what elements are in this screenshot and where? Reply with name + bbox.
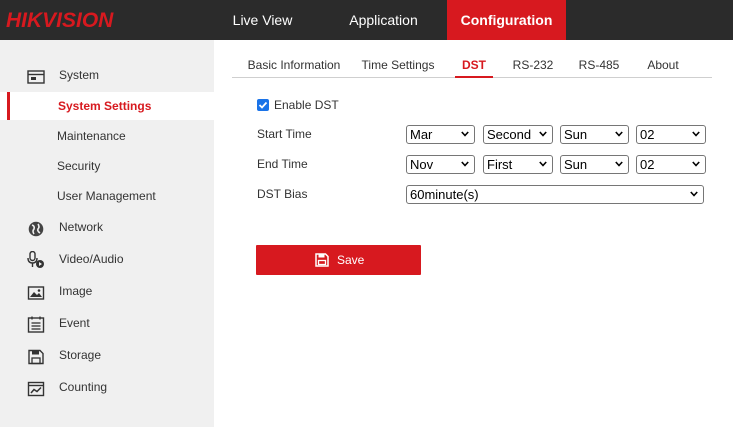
sidebar-item-maintenance[interactable]: Maintenance xyxy=(0,122,214,150)
sidebar: System System Settings Maintenance Secur… xyxy=(0,40,214,427)
sidebar-item-video-audio[interactable]: Video/Audio xyxy=(0,245,214,273)
sidebar-item-label: Storage xyxy=(59,348,102,362)
select-value: 02 xyxy=(640,127,655,142)
end-day-select[interactable]: Sun xyxy=(560,155,629,174)
sidebar-item-label: User Management xyxy=(57,189,156,203)
globe-icon xyxy=(27,219,45,237)
settings-tabs: Basic Information Time Settings DST RS-2… xyxy=(232,53,712,78)
sidebar-item-label: Network xyxy=(59,220,104,234)
sidebar-item-security[interactable]: Security xyxy=(0,152,214,180)
end-month-select[interactable]: Nov xyxy=(406,155,475,174)
sidebar-item-system[interactable]: System xyxy=(0,61,214,89)
event-list-icon xyxy=(27,315,45,333)
counting-chart-icon xyxy=(27,379,45,397)
nav-application[interactable]: Application xyxy=(320,0,447,40)
sidebar-item-label: Counting xyxy=(59,380,108,394)
chevron-down-icon xyxy=(461,161,469,167)
chevron-down-icon xyxy=(539,131,547,137)
tab-dst[interactable]: DST xyxy=(455,53,493,78)
sidebar-item-image[interactable]: Image xyxy=(0,277,214,305)
sidebar-item-system-settings[interactable]: System Settings xyxy=(0,92,214,120)
sidebar-item-label: System Settings xyxy=(58,99,152,113)
chevron-down-icon xyxy=(539,161,547,167)
end-time-label: End Time xyxy=(257,157,308,171)
sidebar-item-label: Event xyxy=(59,316,90,330)
storage-icon xyxy=(27,347,45,365)
sidebar-item-label: System xyxy=(59,68,100,82)
start-time-label: Start Time xyxy=(257,127,312,141)
start-day-select[interactable]: Sun xyxy=(560,125,629,144)
sidebar-item-storage[interactable]: Storage xyxy=(0,341,214,369)
start-week-select[interactable]: Second xyxy=(483,125,553,144)
tab-basic-information[interactable]: Basic Information xyxy=(240,53,348,78)
chevron-down-icon xyxy=(690,191,698,197)
select-value: 60minute(s) xyxy=(410,187,479,202)
chevron-down-icon xyxy=(461,131,469,137)
select-value: Sun xyxy=(564,157,588,172)
image-icon xyxy=(27,283,45,300)
dst-bias-select[interactable]: 60minute(s) xyxy=(406,185,704,204)
start-hour-select[interactable]: 02 xyxy=(636,125,706,144)
system-icon xyxy=(27,67,45,84)
save-icon xyxy=(315,253,329,267)
microphone-icon xyxy=(27,250,45,268)
save-button[interactable]: Save xyxy=(256,245,421,275)
sidebar-item-counting[interactable]: Counting xyxy=(0,373,214,401)
end-week-select[interactable]: First xyxy=(483,155,553,174)
start-month-select[interactable]: Mar xyxy=(406,125,475,144)
active-indicator xyxy=(7,92,10,120)
sidebar-item-network[interactable]: Network xyxy=(0,213,214,241)
sidebar-item-label: Image xyxy=(59,284,93,298)
tab-rs-485[interactable]: RS-485 xyxy=(574,53,624,78)
end-hour-select[interactable]: 02 xyxy=(636,155,706,174)
top-bar: HIKVISION Live View Application Configur… xyxy=(0,0,733,40)
select-value: Sun xyxy=(564,127,588,142)
chevron-down-icon xyxy=(692,131,700,137)
nav-configuration[interactable]: Configuration xyxy=(447,0,566,40)
sidebar-item-user-management[interactable]: User Management xyxy=(0,182,214,210)
sidebar-item-label: Maintenance xyxy=(57,129,126,143)
sidebar-item-label: Video/Audio xyxy=(59,252,124,266)
checkmark-icon xyxy=(258,101,268,109)
sidebar-item-label: Security xyxy=(57,159,101,173)
tab-rs-232[interactable]: RS-232 xyxy=(508,53,558,78)
select-value: Mar xyxy=(410,127,433,142)
save-label: Save xyxy=(337,253,365,267)
dst-bias-label: DST Bias xyxy=(257,187,308,201)
tab-time-settings[interactable]: Time Settings xyxy=(356,53,440,78)
chevron-down-icon xyxy=(615,161,623,167)
svg-text:HIKVISION: HIKVISION xyxy=(6,9,114,32)
chevron-down-icon xyxy=(615,131,623,137)
select-value: Second xyxy=(487,127,532,142)
hikvision-logo: HIKVISION xyxy=(0,0,215,40)
enable-dst-label: Enable DST xyxy=(274,98,339,112)
select-value: First xyxy=(487,157,513,172)
select-value: Nov xyxy=(410,157,434,172)
sidebar-item-event[interactable]: Event xyxy=(0,309,214,337)
tab-about[interactable]: About xyxy=(640,53,686,78)
select-value: 02 xyxy=(640,157,655,172)
chevron-down-icon xyxy=(692,161,700,167)
enable-dst-checkbox[interactable] xyxy=(257,99,269,111)
nav-live-view[interactable]: Live View xyxy=(215,0,310,40)
